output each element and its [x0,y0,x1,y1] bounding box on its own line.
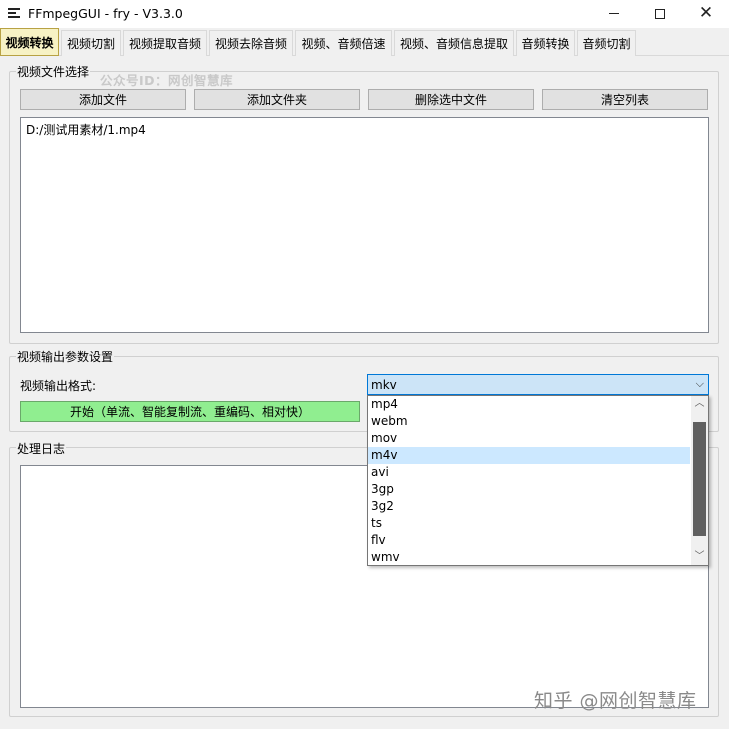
title-bar: FFmpegGUI - fry - V3.3.0 ✕ [0,0,729,27]
tab-speed[interactable]: 视频、音频倍速 [295,30,392,56]
format-label: 视频输出格式: [20,379,97,393]
tab-audio-cut[interactable]: 音频切割 [577,30,636,56]
minimize-button[interactable] [591,0,637,27]
tab-video-cut[interactable]: 视频切割 [61,30,121,56]
close-icon: ✕ [698,3,714,23]
watermark-text: 公众号ID：网创智慧库 [100,73,234,88]
add-folder-button[interactable]: 添加文件夹 [194,89,360,110]
scroll-down-icon[interactable]: ﹀ [691,549,708,565]
dropdown-option-wmv[interactable]: wmv [368,549,690,566]
tab-video-remove-audio[interactable]: 视频去除音频 [209,30,293,56]
menu-icon[interactable] [8,8,20,18]
tab-audio-convert[interactable]: 音频转换 [516,30,575,56]
dropdown-scrollbar[interactable]: ︿ ﹀ [691,396,708,565]
format-dropdown-list[interactable]: mp4 webm mov m4v avi 3gp 3g2 ts flv wmv … [367,395,709,566]
output-settings-label: 视频输出参数设置 [16,348,115,365]
dropdown-option-avi[interactable]: avi [368,464,690,481]
scroll-up-icon[interactable]: ︿ [691,396,708,412]
dropdown-option-mp4[interactable]: mp4 [368,396,690,413]
close-button[interactable]: ✕ [683,0,729,27]
dropdown-option-webm[interactable]: webm [368,413,690,430]
footer-watermark: 知乎 @网创智慧库 [534,690,697,712]
tab-bar: 视频转换 视频切割 视频提取音频 视频去除音频 视频、音频倍速 视频、音频信息提… [0,28,729,56]
dropdown-option-ts[interactable]: ts [368,515,690,532]
scrollbar-thumb[interactable] [693,422,706,536]
chevron-down-icon: ⌵ [695,377,704,390]
minimize-icon [609,13,619,14]
dropdown-option-m4v[interactable]: m4v [368,447,690,464]
dropdown-option-3g2[interactable]: 3g2 [368,498,690,515]
file-list[interactable]: D:/测试用素材/1.mp4 [20,117,709,333]
format-select-value: mkv [371,378,397,392]
maximize-button[interactable] [637,0,683,27]
log-label: 处理日志 [16,440,67,457]
format-select[interactable]: mkv ⌵ [367,374,709,395]
start-button[interactable]: 开始（单流、智能复制流、重编码、相对快） [20,401,360,422]
tab-info-extract[interactable]: 视频、音频信息提取 [394,30,514,56]
maximize-icon [655,8,665,19]
file-selection-label: 视频文件选择 [16,63,91,80]
dropdown-option-flv[interactable]: flv [368,532,690,549]
dropdown-option-3gp[interactable]: 3gp [368,481,690,498]
tab-video-convert[interactable]: 视频转换 [0,28,59,56]
list-item[interactable]: D:/测试用素材/1.mp4 [26,121,146,138]
remove-selected-button[interactable]: 删除选中文件 [368,89,534,110]
tab-video-extract-audio[interactable]: 视频提取音频 [123,30,207,56]
clear-list-button[interactable]: 清空列表 [542,89,708,110]
add-file-button[interactable]: 添加文件 [20,89,186,110]
dropdown-option-mov[interactable]: mov [368,430,690,447]
window-title: FFmpegGUI - fry - V3.3.0 [28,6,183,21]
